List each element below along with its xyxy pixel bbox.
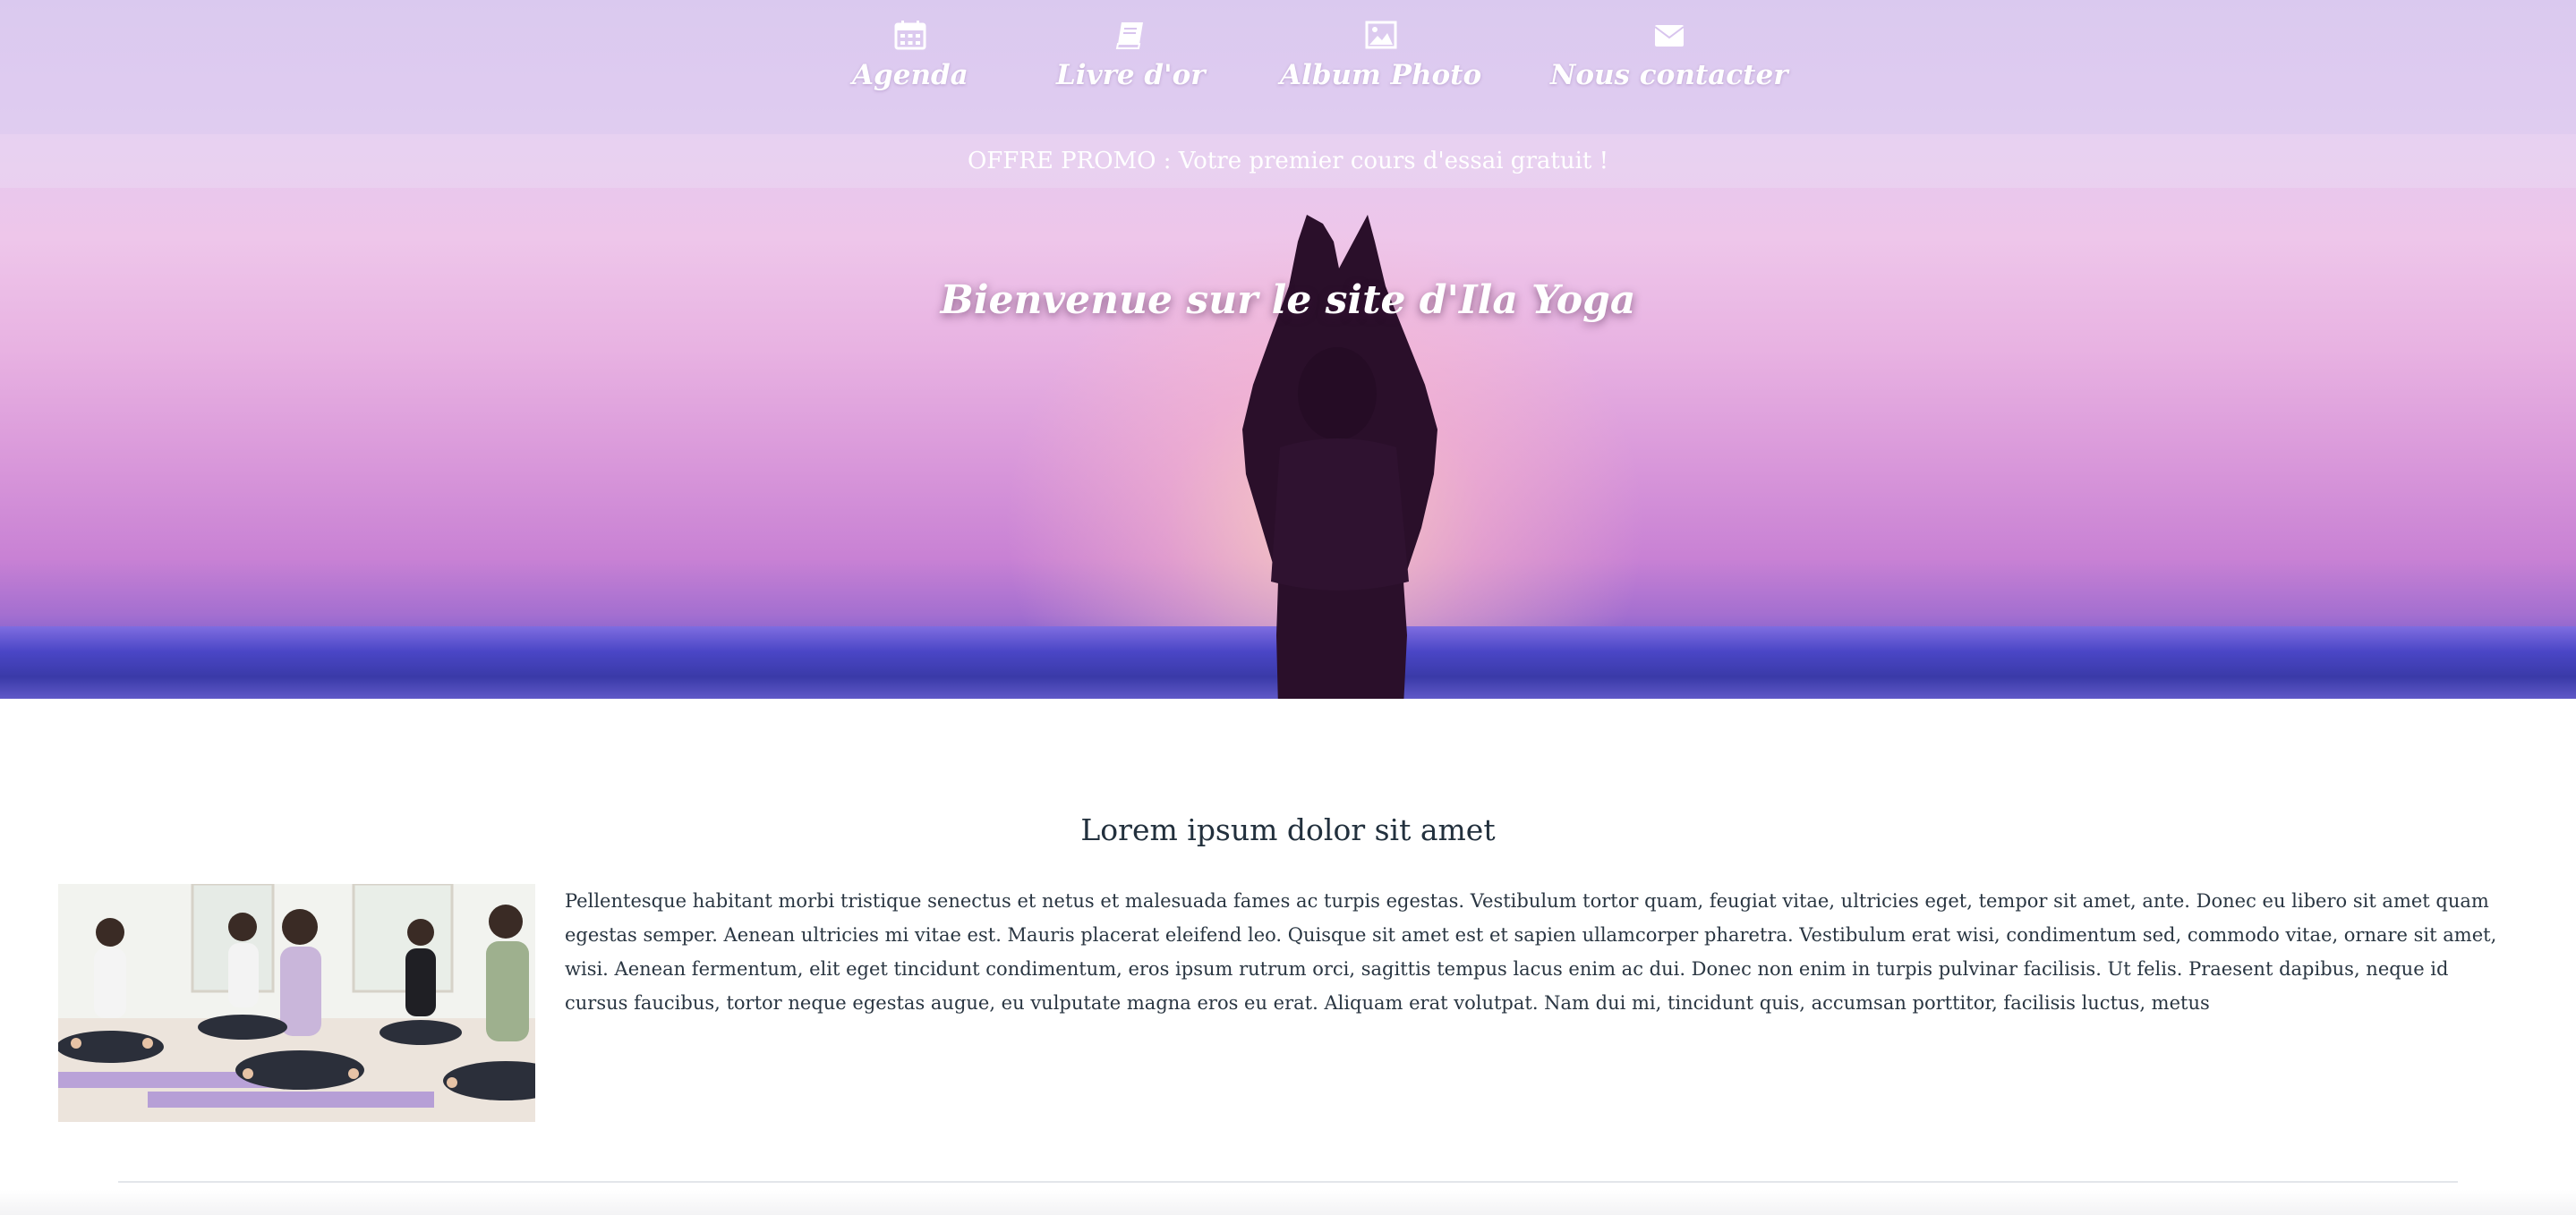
nav-label: Album Photo (1280, 59, 1482, 91)
calendar-icon (894, 21, 926, 50)
section-title: Lorem ipsum dolor sit amet (1080, 812, 1496, 847)
footer-fade (0, 1190, 2576, 1215)
yoga-class-illustration (58, 884, 535, 1122)
hero-title: Bienvenue sur le site d'Ila Yoga (940, 277, 1636, 323)
yoga-class-photo (58, 884, 535, 1122)
section-body-text: Pellentesque habitant morbi tristique se… (565, 890, 2497, 1014)
top-navbar: Agenda Livre d'or Album Photo Nous conta… (0, 0, 2576, 134)
nav-item-nous-contacter[interactable]: Nous contacter (1550, 20, 1788, 91)
section-divider (118, 1181, 2458, 1183)
nav-label: Agenda (852, 59, 968, 91)
image-icon (1365, 21, 1397, 49)
envelope-icon (1654, 25, 1685, 47)
promo-banner: OFFRE PROMO : Votre premier cours d'essa… (0, 134, 2576, 188)
book-icon (1116, 22, 1144, 49)
nav-label: Livre d'or (1056, 59, 1206, 91)
nav-label: Nous contacter (1550, 59, 1788, 91)
nav-item-agenda[interactable]: Agenda (852, 20, 968, 91)
nav-item-album-photo[interactable]: Album Photo (1280, 20, 1481, 91)
nav-item-livre-dor[interactable]: Livre d'or (1056, 20, 1206, 91)
